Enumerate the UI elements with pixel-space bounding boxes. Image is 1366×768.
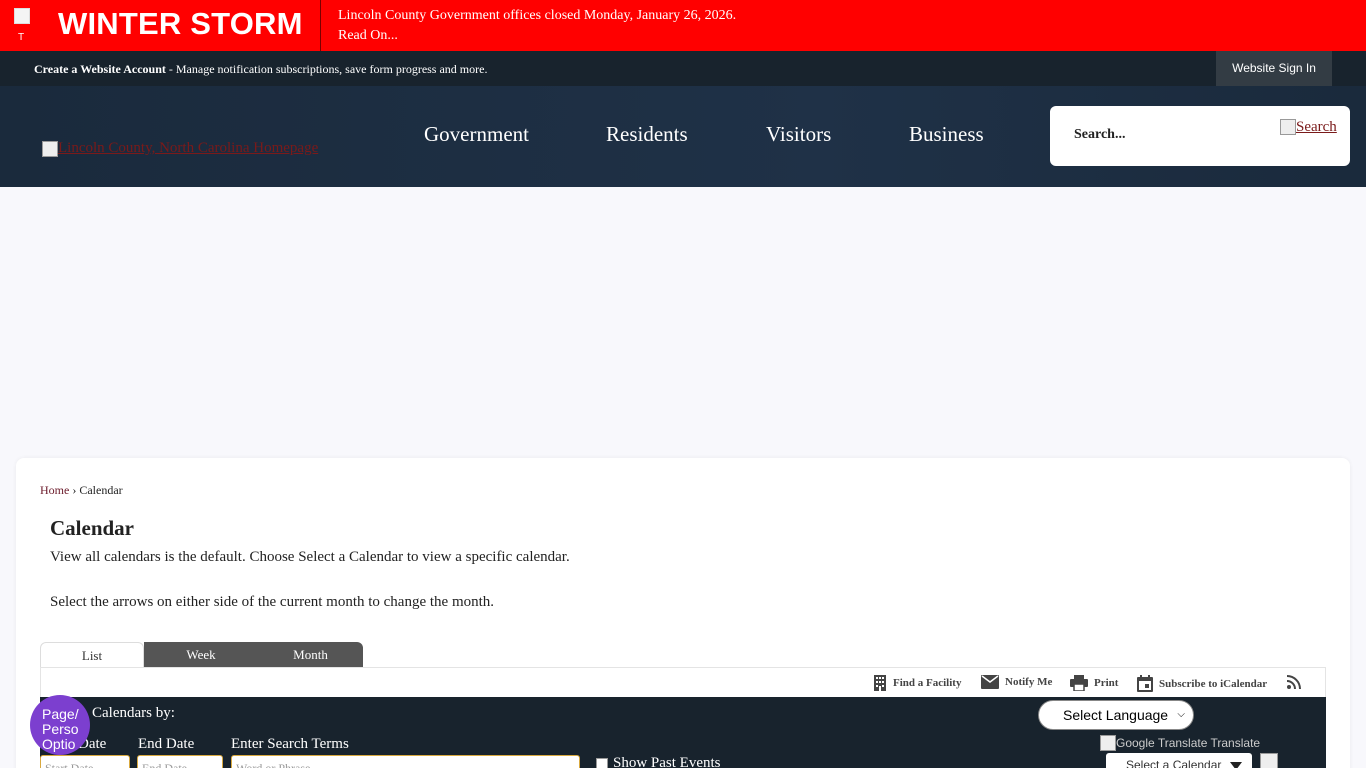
alert-icon: T [14, 8, 46, 44]
website-sign-in-button[interactable]: Website Sign In [1216, 51, 1332, 86]
page-options-label: Page/ Perso Optio [42, 706, 79, 752]
rss-button[interactable] [1287, 675, 1307, 689]
notify-me-label: Notify Me [1005, 676, 1053, 688]
page-options-button[interactable]: Page/ Perso Optio [30, 695, 90, 755]
nav-government[interactable]: Government [424, 122, 529, 147]
tab-list[interactable]: List [40, 642, 144, 668]
end-date-label: End Date [138, 736, 195, 752]
print-label: Print [1094, 677, 1119, 689]
alert-icon-alt: T [18, 32, 25, 43]
start-date-input[interactable]: Start Date [40, 755, 130, 768]
google-translate-icon [1100, 735, 1116, 751]
breadcrumb-home-link[interactable]: Home [40, 483, 69, 497]
language-select[interactable]: Select Language ⌵ [1038, 700, 1194, 730]
show-past-events-label: Show Past Events [613, 755, 721, 768]
search-icon [1280, 119, 1296, 135]
tab-month[interactable]: Month [258, 642, 363, 668]
alert-title: WINTER STORM [58, 6, 303, 41]
dropdown-arrow-icon [1230, 762, 1242, 768]
rss-icon [1287, 675, 1301, 689]
logo-image-icon [42, 140, 58, 157]
search-button-label: Search [1296, 119, 1337, 135]
subscribe-icalendar-label: Subscribe to iCalendar [1159, 677, 1268, 690]
language-select-label: Select Language [1063, 707, 1169, 723]
content-card: Home › Calendar Calendar View all calend… [16, 458, 1350, 768]
calendar-view-tabs: List Week Month [40, 642, 363, 668]
tab-week[interactable]: Week [144, 642, 258, 668]
page-description-2: Select the arrows on either side of the … [50, 594, 495, 610]
nav-visitors[interactable]: Visitors [766, 122, 831, 147]
nav-residents[interactable]: Residents [606, 122, 688, 147]
logo-alt-text: Lincoln County, North Carolina Homepage [58, 140, 319, 156]
breadcrumb-current: Calendar [79, 483, 123, 497]
calendar-select[interactable]: Select a Calendar [1106, 753, 1252, 768]
create-account-desc: - Manage notification subscriptions, sav… [165, 62, 488, 76]
end-date-input[interactable]: End Date [137, 755, 223, 768]
calendar-select-label: Select a Calendar [1126, 758, 1222, 768]
printer-icon [1070, 675, 1088, 691]
homepage-logo-link[interactable]: Lincoln County, North Carolina Homepage [42, 140, 318, 157]
building-icon [874, 675, 886, 691]
account-bar: Create a Website Account - Manage notifi… [0, 51, 1366, 86]
nav-business[interactable]: Business [909, 122, 984, 147]
google-translate-text: Google Translate Translate [1116, 736, 1261, 750]
calendar-icon [1137, 675, 1153, 692]
create-account-text: Create a Website Account - Manage notifi… [34, 62, 487, 77]
filter-title: Calendars by: [92, 705, 175, 721]
print-button[interactable]: Print [1070, 675, 1118, 691]
chevron-down-icon: ⌵ [1177, 709, 1185, 720]
alert-read-on-link[interactable]: Read On... [338, 26, 736, 46]
find-facility-button[interactable]: Find a Facility [873, 675, 961, 691]
breadcrumb-separator: › [69, 483, 80, 497]
breadcrumb: Home › Calendar [40, 483, 123, 498]
search-button[interactable]: Search [1280, 119, 1337, 136]
site-header: Lincoln County, North Carolina Homepage … [0, 86, 1366, 187]
create-account-link[interactable]: Create a Website Account [34, 62, 166, 76]
broken-image-icon [14, 8, 30, 24]
page-title: Calendar [50, 516, 134, 540]
calendar-toolbar: Find a Facility Notify Me Print Subscrib… [40, 667, 1326, 697]
calendar-filter-panel: Calendars by: Select Language ⌵ Google T… [40, 697, 1326, 768]
broken-image-icon [1260, 753, 1278, 768]
envelope-icon [981, 675, 999, 689]
search-terms-label: Enter Search Terms [231, 736, 349, 752]
search-terms-input[interactable]: Word or Phrase [231, 755, 580, 768]
search-box: Search... Search [1050, 106, 1350, 166]
search-input[interactable]: Search... [1074, 127, 1125, 143]
show-past-events[interactable]: Show Past Events [596, 755, 721, 768]
subscribe-icalendar-button[interactable]: Subscribe to iCalendar [1137, 675, 1267, 692]
emergency-alert-bar: T WINTER STORM Lincoln County Government… [0, 0, 1366, 51]
find-facility-label: Find a Facility [893, 677, 962, 689]
show-past-events-checkbox[interactable] [596, 757, 608, 768]
alert-divider [320, 0, 321, 51]
notify-me-button[interactable]: Notify Me [981, 675, 1052, 689]
alert-message[interactable]: Lincoln County Government offices closed… [338, 6, 736, 46]
page-description-1: View all calendars is the default. Choos… [50, 549, 570, 565]
alert-message-text: Lincoln County Government offices closed… [338, 8, 737, 23]
google-translate-label: Google Translate Translate [1100, 735, 1260, 751]
